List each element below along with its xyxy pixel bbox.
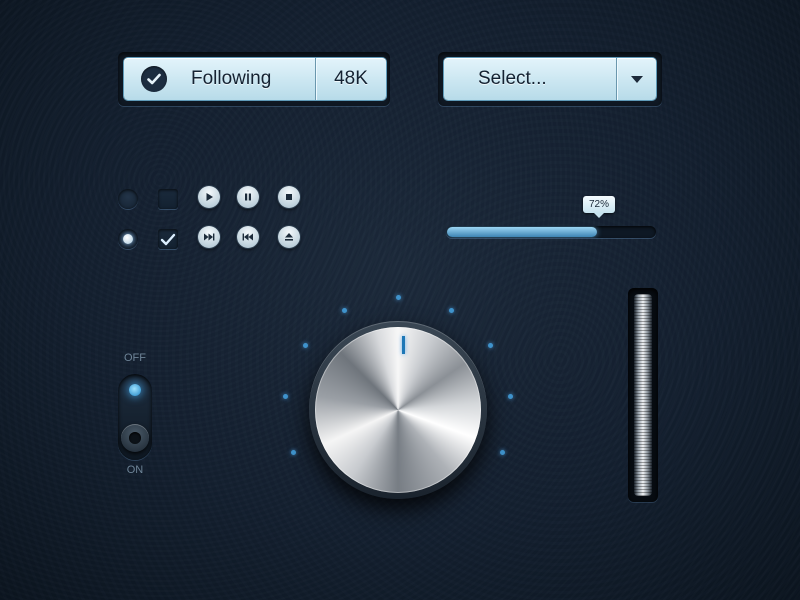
rotary-knob[interactable] [309,321,487,499]
toggle-on-label: ON [126,464,144,476]
play-button[interactable] [198,186,220,208]
led-indicator [129,384,141,396]
progress-tooltip: 72% [582,196,616,218]
toggle-switch[interactable] [118,374,152,460]
fast-forward-button[interactable] [198,226,220,248]
progress-fill [447,227,597,237]
rewind-icon [242,233,253,241]
progress-bar[interactable] [446,226,656,238]
follow-label: Following [191,68,272,89]
eject-button[interactable] [278,226,300,248]
knob-scale-dot [395,294,401,300]
knob-scale-dot [500,449,506,455]
play-icon [206,193,213,201]
checkbox-checked[interactable] [158,229,178,249]
eject-icon [285,233,293,241]
knob-scale-dot [488,342,494,348]
knob-indicator [402,336,405,354]
checkbox-unchecked[interactable] [158,189,178,209]
toggle-knob[interactable] [121,424,149,452]
radio-on[interactable] [118,229,138,249]
rewind-button[interactable] [237,226,259,248]
fast-forward-icon [204,233,215,241]
follower-count: 48K [334,68,368,89]
select-dropdown[interactable]: Select... [444,58,656,100]
knob-scale-dot [302,342,308,348]
chevron-down-icon[interactable] [617,75,656,83]
knob-scale-dot [448,307,454,313]
check-icon [141,66,167,92]
knob-scale-dot [507,393,513,399]
select-label: Select... [478,68,547,89]
pause-icon [245,193,251,201]
knob-face [315,327,481,493]
knob-scale-dot [290,449,296,455]
knob-scale-dot [342,307,348,313]
radio-off[interactable] [118,189,138,209]
stop-button[interactable] [278,186,300,208]
follow-button[interactable]: Following 48K [124,58,386,100]
pause-button[interactable] [237,186,259,208]
stop-icon [286,194,292,200]
knob-scale-dot [283,393,289,399]
checkmark-icon [160,233,176,245]
vertical-scroll-wheel[interactable] [634,294,652,496]
toggle-off-label: OFF [124,352,146,364]
